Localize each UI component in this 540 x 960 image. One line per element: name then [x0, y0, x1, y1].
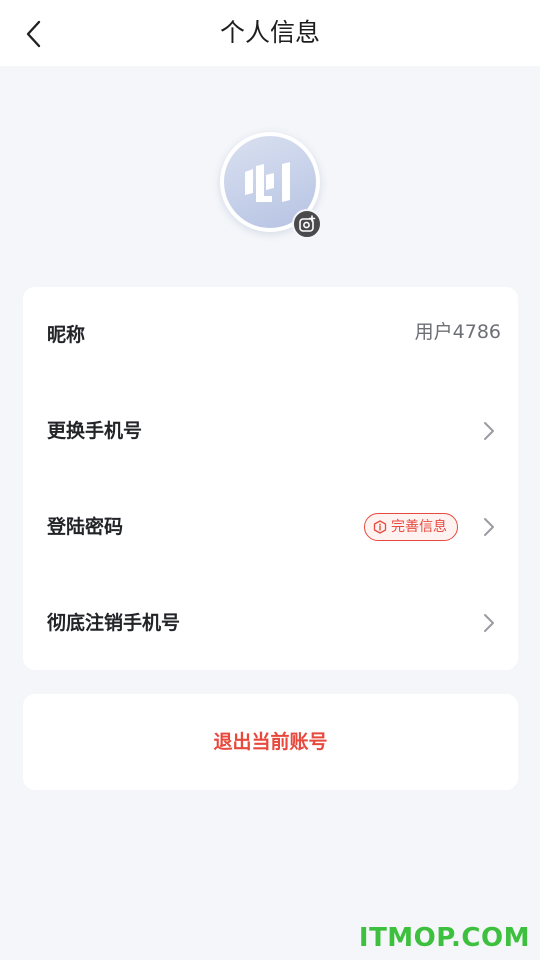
login-password-row[interactable]: 登陆密码 完善信息 [23, 479, 518, 575]
change-phone-row[interactable]: 更换手机号 [23, 383, 518, 479]
camera-icon [299, 215, 316, 232]
change-phone-label: 更换手机号 [47, 420, 143, 442]
nickname-label: 昵称 [47, 324, 86, 346]
info-shield-icon [373, 520, 387, 534]
login-password-label: 登陆密码 [47, 516, 124, 538]
delete-account-label: 彻底注销手机号 [47, 612, 181, 634]
complete-info-text: 完善信息 [391, 519, 447, 535]
watermark: ITMOP.COM [358, 923, 530, 953]
chevron-right-icon [484, 422, 494, 440]
top-nav-bar: 个人信息 [0, 0, 540, 66]
profile-info-card: 昵称 用户4786 更换手机号 登陆密码 完善信息 彻底注销手机号 [23, 287, 518, 670]
chevron-right-icon [484, 614, 494, 632]
page-title: 个人信息 [219, 18, 320, 47]
avatar-section [220, 132, 322, 239]
nickname-value: 用户4786 [414, 321, 501, 343]
change-avatar-button[interactable] [292, 209, 322, 239]
app-logo [245, 162, 290, 202]
delete-account-row[interactable]: 彻底注销手机号 [23, 575, 518, 671]
logout-button[interactable]: 退出当前账号 [23, 694, 518, 790]
logout-label: 退出当前账号 [213, 731, 328, 753]
chevron-right-icon [484, 518, 494, 536]
complete-info-badge: 完善信息 [364, 513, 458, 541]
nickname-row[interactable]: 昵称 用户4786 [23, 287, 518, 383]
